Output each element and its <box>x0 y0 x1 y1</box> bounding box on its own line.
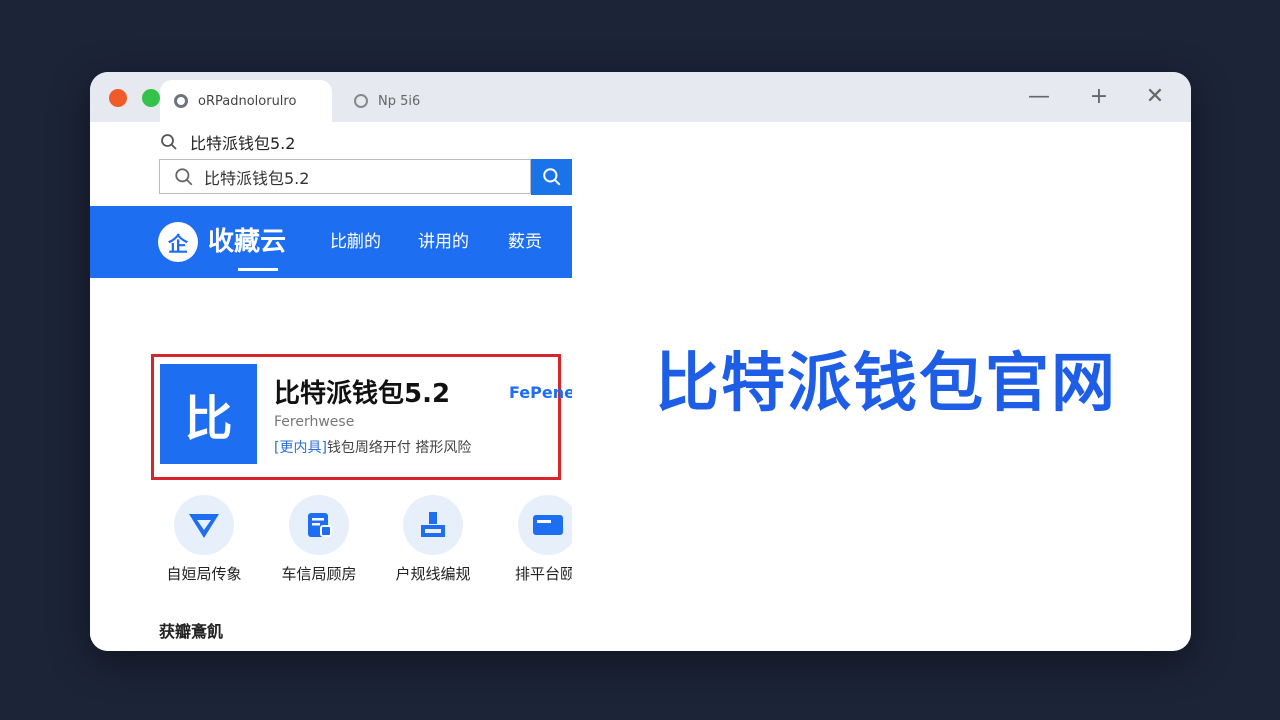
close-button[interactable]: ✕ <box>1140 82 1170 112</box>
search-icon <box>543 168 561 186</box>
hero-title: 比特派钱包官网 <box>655 347 1117 421</box>
tab-active[interactable]: oRPadnolorulro <box>160 80 332 122</box>
minimize-button[interactable]: — <box>1024 82 1054 112</box>
search-query-text: 比特派钱包5.2 <box>190 134 296 153</box>
site-brand[interactable]: 收藏云 <box>208 222 286 262</box>
site-navbar: 企 收藏云 比蒯的 讲用的 薮贡 <box>90 206 572 278</box>
nav-link-2[interactable]: 讲用的 <box>418 231 469 253</box>
result-title[interactable]: 比特派钱包5.2 <box>274 373 450 410</box>
tab-title: oRPadnolorulro <box>198 93 297 109</box>
quick-link-icon-wrap <box>518 495 572 555</box>
quick-link-1[interactable]: 自姮局传象 <box>144 495 264 584</box>
active-nav-indicator <box>238 268 278 271</box>
quick-link-3[interactable]: 户规线编规 <box>373 495 493 584</box>
shield-icon <box>189 514 219 538</box>
tool-icon <box>421 512 445 537</box>
quick-link-label: 户规线编规 <box>395 565 471 583</box>
maximize-dot-button[interactable] <box>142 89 160 107</box>
result-description: [更内具]钱包周络开付 搭形风险 <box>274 437 471 457</box>
nav-link-3[interactable]: 薮贡 <box>508 231 542 253</box>
quick-link-label: 自姮局传象 <box>166 565 242 583</box>
tab-favicon-icon <box>354 94 368 108</box>
close-dot-button[interactable] <box>109 89 127 107</box>
result-subtitle: Fererhwese <box>274 414 355 430</box>
search-icon <box>161 134 177 150</box>
quick-link-4[interactable]: 排平台颐! <box>488 495 572 584</box>
quick-link-label: 车信局顾房 <box>281 565 357 583</box>
search-query-row: 比特派钱包5.2 <box>160 130 295 154</box>
result-description-text: 钱包周络开付 搭形风险 <box>326 440 472 456</box>
search-results-panel: 比特派钱包5.2 企 收藏云 比蒯的 讲用的 薮贡 比 比特派钱包5.2 <box>90 122 572 651</box>
maximize-button[interactable]: + <box>1084 82 1114 112</box>
search-button[interactable] <box>531 159 572 195</box>
browser-window: oRPadnolorulro Np 5i6 — + ✕ 比特派钱包5.2 比特派… <box>90 72 1191 651</box>
quick-link-icon-wrap <box>174 495 234 555</box>
document-icon <box>308 513 332 537</box>
search-input[interactable] <box>202 166 506 187</box>
app-icon: 比 <box>160 364 257 464</box>
nav-link-1[interactable]: 比蒯的 <box>330 231 381 253</box>
search-box[interactable] <box>159 159 531 194</box>
card-icon <box>533 515 563 535</box>
tab-inactive[interactable]: Np 5i6 <box>346 80 486 122</box>
result-description-tag: [更内具] <box>274 440 327 456</box>
site-logo-icon[interactable]: 企 <box>158 222 198 262</box>
tab-title: Np 5i6 <box>378 93 421 109</box>
result-link[interactable]: FePenea <box>509 383 572 402</box>
quick-link-icon-wrap <box>289 495 349 555</box>
quick-link-2[interactable]: 车信局顾房 <box>259 495 379 584</box>
tab-favicon-icon <box>174 94 188 108</box>
quick-link-label: 排平台颐! <box>514 565 572 583</box>
section-title: 获瓣鴍飢 <box>159 622 224 641</box>
title-bar: oRPadnolorulro Np 5i6 — + ✕ <box>90 72 1191 122</box>
search-icon <box>175 167 193 185</box>
highlighted-result-card[interactable]: 比 比特派钱包5.2 Fererhwese [更内具]钱包周络开付 搭形风险 F… <box>151 354 572 480</box>
quick-link-icon-wrap <box>403 495 463 555</box>
